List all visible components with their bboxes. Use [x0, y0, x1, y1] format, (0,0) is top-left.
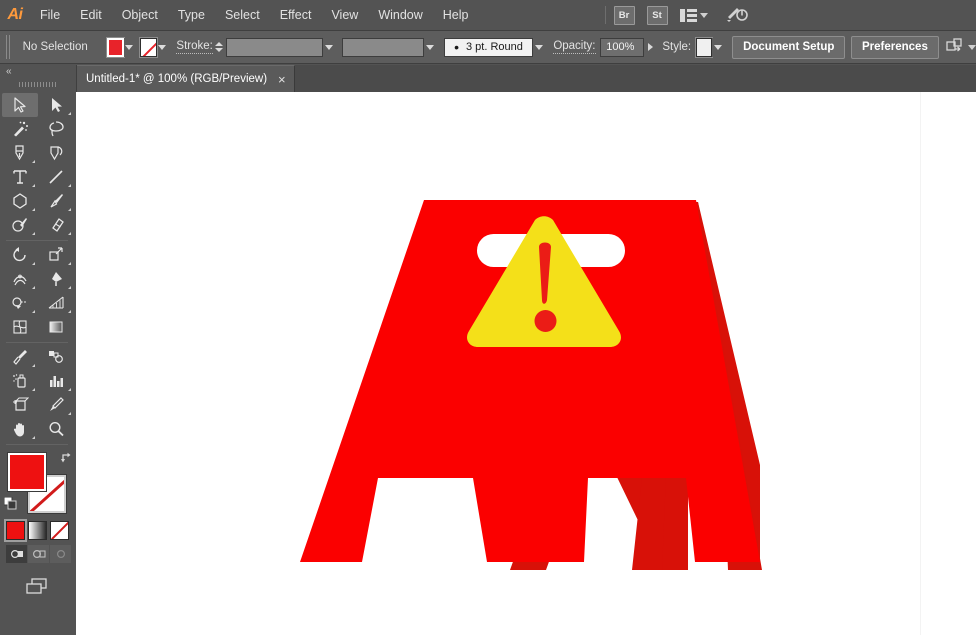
stroke-weight-dropdown[interactable]	[323, 38, 335, 57]
eraser-tool[interactable]	[38, 213, 74, 237]
arrange-documents-icon[interactable]	[946, 38, 964, 57]
control-bar: No Selection Stroke: • 3 pt. Round Opaci…	[0, 31, 976, 64]
graphic-style-swatch[interactable]	[696, 38, 712, 57]
draw-normal-button[interactable]	[6, 545, 27, 563]
selection-tool[interactable]	[2, 93, 38, 117]
bridge-icon[interactable]: Br	[614, 6, 635, 25]
arrange-dropdown-chevron[interactable]	[968, 45, 976, 50]
width-tool[interactable]	[2, 267, 38, 291]
stroke-weight-stepper[interactable]	[215, 38, 224, 57]
draw-inside-button[interactable]	[50, 545, 71, 563]
artboard-tool[interactable]	[2, 393, 38, 417]
rocket-launch-icon[interactable]	[726, 5, 748, 26]
draw-mode-buttons	[6, 545, 76, 563]
opacity-input[interactable]: 100%	[600, 38, 644, 57]
collapse-panel-icon[interactable]: «	[0, 65, 76, 78]
default-fill-stroke-icon[interactable]	[4, 497, 18, 511]
menu-bar: Ai File Edit Object Type Select Effect V…	[0, 0, 976, 31]
symbol-sprayer-tool[interactable]	[2, 369, 38, 393]
tools-panel: «	[0, 65, 77, 635]
brush-definition-label: 3 pt. Round	[466, 41, 523, 53]
menubar-divider	[605, 6, 606, 24]
stroke-swatch-dropdown[interactable]	[157, 38, 169, 57]
menu-object[interactable]: Object	[112, 0, 168, 30]
curvature-tool[interactable]	[38, 141, 74, 165]
gradient-tool[interactable]	[38, 315, 74, 339]
rectangle-shape-tool[interactable]	[2, 189, 38, 213]
workspace-switcher-icon[interactable]	[680, 9, 697, 22]
stroke-weight-input[interactable]	[226, 38, 324, 57]
paintbrush-tool[interactable]	[38, 189, 74, 213]
blend-tool[interactable]	[38, 345, 74, 369]
menu-type[interactable]: Type	[168, 0, 215, 30]
slice-tool[interactable]	[38, 393, 74, 417]
scale-tool[interactable]	[38, 243, 74, 267]
stock-icon[interactable]: St	[647, 6, 668, 25]
brush-definition-dropdown[interactable]	[533, 38, 545, 57]
close-icon[interactable]: ×	[278, 73, 286, 86]
graphic-style-dropdown[interactable]	[712, 38, 724, 57]
bridge-label: Br	[619, 10, 630, 21]
perspective-grid-tool[interactable]	[38, 291, 74, 315]
shape-builder-tool[interactable]	[2, 291, 38, 315]
direct-selection-tool[interactable]	[38, 93, 74, 117]
none-mode-button[interactable]	[50, 521, 69, 540]
pen-tool[interactable]	[2, 141, 38, 165]
menu-edit[interactable]: Edit	[70, 0, 112, 30]
drag-grip-icon[interactable]	[14, 79, 62, 90]
rotate-tool[interactable]	[2, 243, 38, 267]
hand-tool[interactable]	[2, 417, 38, 441]
opacity-dropdown[interactable]	[644, 38, 656, 57]
free-transform-tool[interactable]	[38, 267, 74, 291]
tool-grid	[0, 93, 76, 447]
color-mode-buttons	[6, 521, 76, 540]
menu-file[interactable]: File	[30, 0, 70, 30]
eyedropper-tool[interactable]	[2, 345, 38, 369]
stroke-weight-label[interactable]: Stroke:	[176, 40, 212, 54]
zoom-tool[interactable]	[38, 417, 74, 441]
document-tab[interactable]: Untitled-1* @ 100% (RGB/Preview) ×	[76, 65, 295, 92]
menu-window[interactable]: Window	[368, 0, 432, 30]
lasso-tool[interactable]	[38, 117, 74, 141]
magic-wand-tool[interactable]	[2, 117, 38, 141]
fill-color-box[interactable]	[8, 453, 46, 491]
document-tab-bar: Untitled-1* @ 100% (RGB/Preview) ×	[76, 65, 976, 93]
brush-definition-input[interactable]: • 3 pt. Round	[444, 38, 534, 57]
menu-help[interactable]: Help	[433, 0, 479, 30]
mesh-tool[interactable]	[2, 315, 38, 339]
menu-view[interactable]: View	[321, 0, 368, 30]
menu-select[interactable]: Select	[215, 0, 270, 30]
chevron-down-icon[interactable]	[700, 13, 708, 18]
stock-label: St	[652, 10, 662, 21]
opacity-label[interactable]: Opacity:	[553, 40, 595, 54]
stroke-profile-input[interactable]	[342, 38, 424, 57]
stroke-none-swatch[interactable]	[140, 38, 156, 57]
line-segment-tool[interactable]	[38, 165, 74, 189]
swap-fill-stroke-icon[interactable]	[60, 451, 74, 465]
menu-effect[interactable]: Effect	[270, 0, 322, 30]
stroke-profile-dropdown[interactable]	[424, 38, 436, 57]
fill-swatch-dropdown[interactable]	[124, 38, 136, 57]
change-screen-mode-button[interactable]	[0, 577, 76, 597]
draw-behind-button[interactable]	[28, 545, 49, 563]
illustrator-window: Ai File Edit Object Type Select Effect V…	[0, 0, 976, 635]
document-tab-title: Untitled-1* @ 100% (RGB/Preview)	[86, 73, 267, 85]
color-mode-button[interactable]	[6, 521, 25, 540]
gradient-mode-button[interactable]	[28, 521, 47, 540]
style-label: Style:	[662, 41, 691, 53]
column-graph-tool[interactable]	[38, 369, 74, 393]
type-tool[interactable]	[2, 165, 38, 189]
shaper-pencil-tool[interactable]	[2, 213, 38, 237]
document-canvas[interactable]	[76, 92, 976, 635]
wet-floor-caution-sign[interactable]	[76, 92, 976, 635]
fill-stroke-controls	[8, 453, 68, 515]
preferences-button[interactable]: Preferences	[851, 36, 939, 59]
control-bar-grip[interactable]	[6, 35, 12, 59]
fill-color-swatch[interactable]	[107, 38, 124, 57]
tool-divider	[2, 441, 74, 447]
selection-status-label: No Selection	[17, 41, 107, 53]
document-setup-button[interactable]: Document Setup	[732, 36, 845, 59]
app-logo-icon: Ai	[0, 0, 30, 30]
